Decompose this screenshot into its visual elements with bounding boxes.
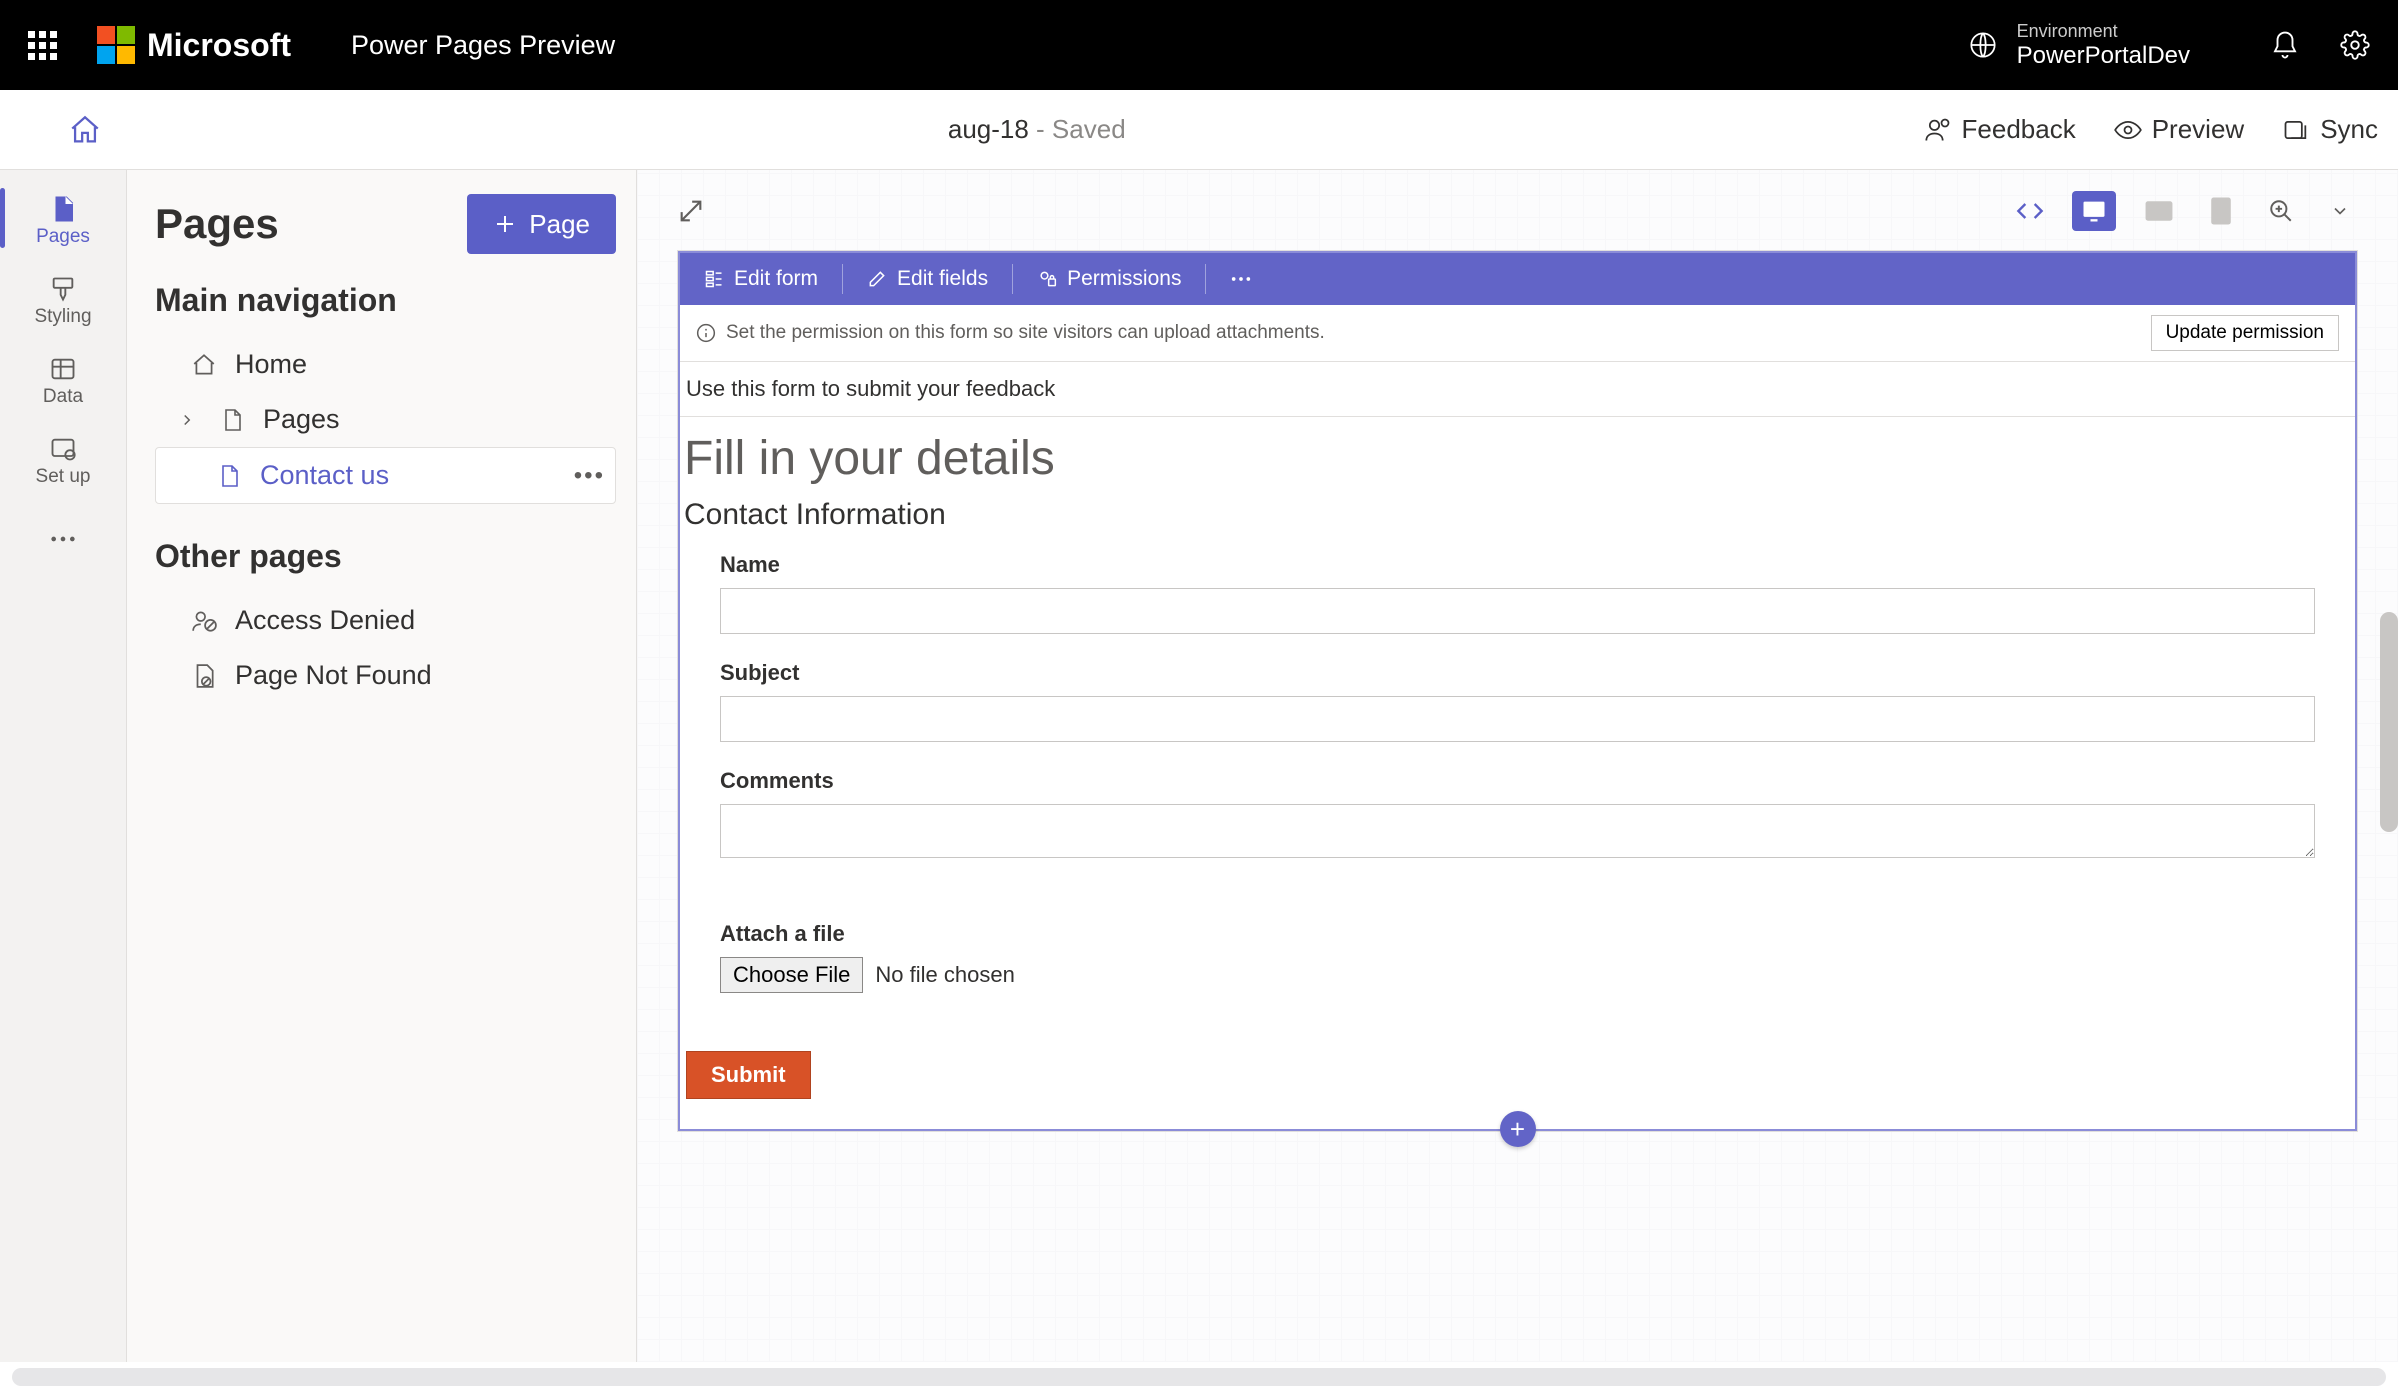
zoom-button[interactable] — [2260, 192, 2302, 230]
setup-icon — [49, 432, 77, 466]
app-launcher-icon[interactable] — [28, 31, 57, 60]
subject-label: Subject — [720, 660, 2315, 686]
permission-banner: Set the permission on this form so site … — [680, 305, 2355, 362]
attach-label: Attach a file — [720, 921, 2315, 947]
choose-file-button[interactable]: Choose File — [720, 957, 863, 993]
lock-icon — [1037, 269, 1057, 289]
comments-input[interactable] — [720, 804, 2315, 858]
nav-page-not-found[interactable]: Page Not Found — [155, 648, 616, 703]
table-icon — [49, 352, 77, 386]
expand-handle[interactable] — [677, 197, 705, 225]
info-icon — [696, 323, 716, 343]
form-description: Use this form to submit your feedback — [680, 362, 2355, 417]
left-rail: Pages Styling Data Set up — [0, 170, 127, 1362]
form-component[interactable]: Edit form Edit fields Permissions — [678, 251, 2357, 1131]
environment-name: PowerPortalDev — [2017, 42, 2190, 70]
permissions-button[interactable]: Permissions — [1013, 253, 1205, 305]
pages-panel: Pages Page Main navigation Home Pages Co… — [127, 170, 637, 1362]
home-button[interactable] — [68, 113, 102, 147]
notifications-button[interactable] — [2270, 30, 2300, 60]
form-section-heading: Contact Information — [680, 490, 2355, 544]
file-status: No file chosen — [875, 962, 1014, 988]
more-icon — [1230, 275, 1252, 283]
preview-link[interactable]: Preview — [2114, 114, 2244, 145]
home-icon — [191, 352, 217, 378]
tablet-landscape-button[interactable] — [2136, 194, 2182, 228]
feedback-link[interactable]: Feedback — [1924, 114, 2076, 145]
comments-label: Comments — [720, 768, 2315, 794]
name-label: Name — [720, 552, 2315, 578]
page-icon — [216, 464, 242, 488]
panel-title: Pages — [155, 200, 279, 248]
nav-contact-us[interactable]: Contact us ••• — [155, 447, 616, 504]
chevron-right-icon — [173, 411, 201, 429]
edit-icon — [867, 269, 887, 289]
field-comments: Comments — [680, 760, 2355, 881]
eye-icon — [2114, 116, 2142, 144]
submit-button[interactable]: Submit — [686, 1051, 811, 1099]
document-state: - Saved — [1029, 114, 1126, 144]
settings-button[interactable] — [2340, 30, 2370, 60]
document-name: aug-18 — [948, 114, 1029, 144]
page-icon — [219, 408, 245, 432]
rail-more[interactable] — [0, 508, 126, 566]
desktop-view-button[interactable] — [2072, 191, 2116, 231]
plus-icon — [493, 212, 517, 236]
form-toolbar: Edit form Edit fields Permissions — [680, 253, 2355, 305]
more-icon — [49, 522, 77, 556]
name-input[interactable] — [720, 588, 2315, 634]
permission-banner-text: Set the permission on this form so site … — [726, 322, 1325, 344]
command-bar: aug-18 - Saved Feedback Preview Sync — [0, 90, 2398, 170]
other-pages-heading: Other pages — [155, 538, 616, 575]
edit-fields-button[interactable]: Edit fields — [843, 253, 1012, 305]
field-name: Name — [680, 544, 2355, 652]
feedback-icon — [1924, 116, 1952, 144]
code-view-button[interactable] — [2008, 191, 2052, 231]
zoom-dropdown[interactable] — [2322, 195, 2358, 227]
rail-data[interactable]: Data — [0, 338, 126, 418]
item-more-icon[interactable]: ••• — [574, 462, 605, 490]
microsoft-logo-icon — [97, 26, 135, 64]
form-more-button[interactable] — [1206, 253, 1276, 305]
sync-icon — [2282, 116, 2310, 144]
field-attach: Attach a file Choose File No file chosen — [680, 881, 2355, 1011]
global-header: Microsoft Power Pages Preview Environmen… — [0, 0, 2398, 90]
microsoft-logo-text: Microsoft — [147, 27, 291, 64]
form-title: Fill in your details — [680, 417, 2355, 490]
rail-styling[interactable]: Styling — [0, 258, 126, 338]
environment-label: Environment — [2017, 21, 2190, 42]
subject-input[interactable] — [720, 696, 2315, 742]
sync-link[interactable]: Sync — [2282, 114, 2378, 145]
document-title-area: aug-18 - Saved — [150, 114, 1924, 145]
globe-icon — [1969, 31, 1997, 59]
edit-form-button[interactable]: Edit form — [680, 253, 842, 305]
product-name: Power Pages Preview — [351, 30, 615, 61]
microsoft-logo: Microsoft — [97, 26, 291, 64]
denied-icon — [191, 608, 217, 634]
update-permission-button[interactable]: Update permission — [2151, 315, 2339, 351]
brush-icon — [49, 272, 77, 306]
environment-picker[interactable]: Environment PowerPortalDev — [1969, 21, 2190, 70]
add-section-button[interactable]: + — [1500, 1111, 1536, 1147]
tablet-portrait-button[interactable] — [2202, 190, 2240, 232]
horizontal-scrollbar[interactable] — [12, 1368, 2386, 1386]
rail-setup[interactable]: Set up — [0, 418, 126, 498]
nav-pages[interactable]: Pages — [155, 392, 616, 447]
field-subject: Subject — [680, 652, 2355, 760]
nav-access-denied[interactable]: Access Denied — [155, 593, 616, 648]
page-icon — [48, 192, 78, 226]
rail-pages[interactable]: Pages — [0, 178, 126, 258]
main-nav-heading: Main navigation — [155, 282, 616, 319]
form-icon — [704, 269, 724, 289]
view-controls — [2008, 190, 2358, 232]
design-canvas-area: Edit form Edit fields Permissions — [637, 170, 2398, 1362]
vertical-scrollbar[interactable] — [2380, 612, 2398, 832]
add-page-button[interactable]: Page — [467, 194, 616, 254]
page-canvas: Edit form Edit fields Permissions — [677, 250, 2358, 1132]
not-found-icon — [191, 663, 217, 689]
nav-home[interactable]: Home — [155, 337, 616, 392]
